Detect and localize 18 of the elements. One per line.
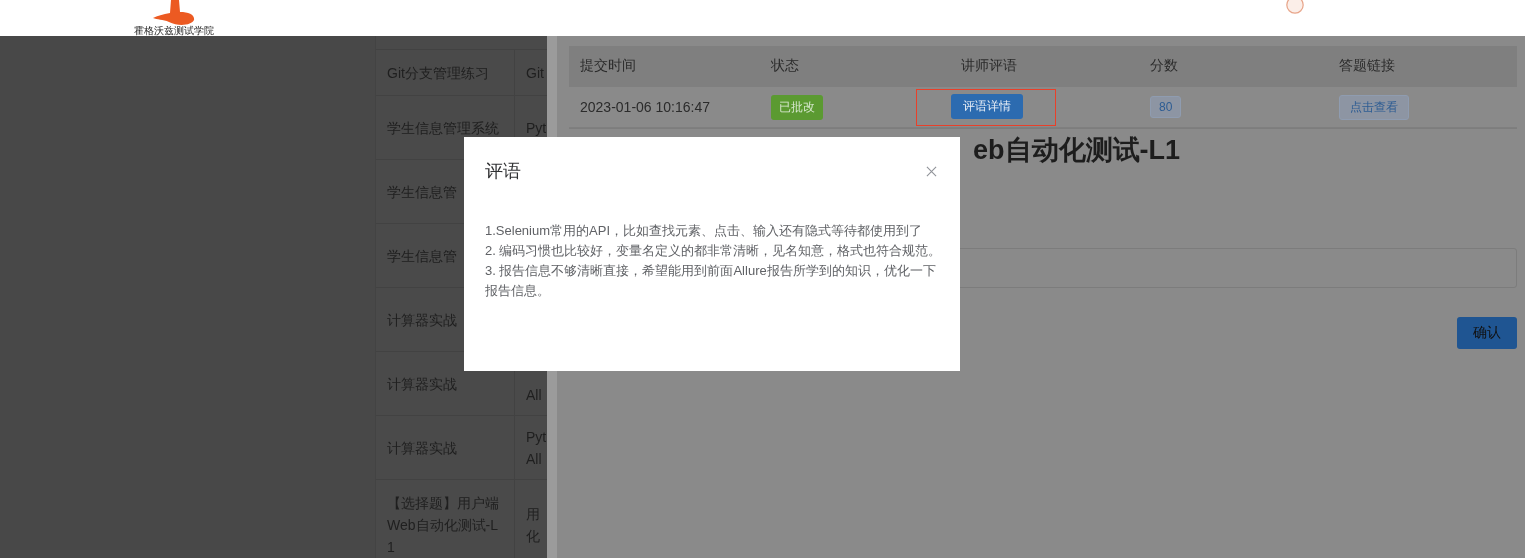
dialog-title: 评语 [485,160,521,183]
status-badge: 已批改 [771,94,823,120]
comment-text: 3. 报告信息不够清晰直接，希望能用到前面Allure报告所学到的知识，优化一下报告信息。 [485,262,937,300]
column-header: 答题链接 [1338,57,1396,75]
logo-text: 霍格沃兹测试学院 [134,26,214,36]
review-details-button[interactable]: 评语详情 [951,93,1023,119]
column-header: 状态 [770,57,800,75]
score-tag: 80 [1150,96,1182,118]
confirm-button[interactable]: 确认 [1457,317,1517,349]
view-link-button[interactable]: 点击查看 [1339,94,1409,120]
comment-text: 1.Selenium常用的API，比如查找元素、点击、输入还有隐式等待都使用到了 [485,222,923,240]
exercise-title: eb自动化测试-L1 [973,134,1180,167]
close-icon[interactable] [926,165,937,177]
comment-text: 2. 编码习惯也比较好，变量名定义的都非常清晰，见名知意，格式也符合规范。 [485,242,943,260]
column-header: 讲师评语 [960,57,1018,75]
column-header: 分数 [1149,57,1179,75]
column-header: 提交时间 [579,57,637,75]
table-cell: 2023-01-06 10:16:47 [580,99,710,115]
